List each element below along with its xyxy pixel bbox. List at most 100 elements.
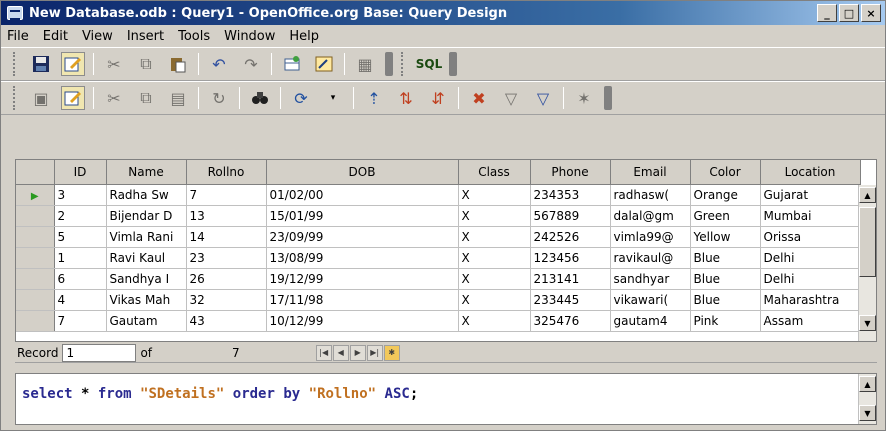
cell-location[interactable]: Delhi [760,247,861,269]
row-header[interactable] [16,205,55,227]
cut-record-icon[interactable]: ✂ [102,86,126,110]
cell-location[interactable]: Assam [760,310,861,332]
cell-id[interactable]: 3 [54,184,107,206]
cell-location[interactable]: Mumbai [760,205,861,227]
cell-phone[interactable]: 242526 [530,226,611,248]
cell-color[interactable]: Green [690,205,761,227]
cell-email[interactable]: dalal@gm [610,205,691,227]
row-header[interactable] [16,310,55,332]
cell-phone[interactable]: 234353 [530,184,611,206]
column-header-class[interactable]: Class [458,160,531,185]
cell-color[interactable]: Blue [690,268,761,290]
toolbar-dropdown[interactable] [385,52,393,76]
cell-class[interactable]: X [458,247,531,269]
cell-id[interactable]: 4 [54,289,107,311]
first-record-icon[interactable]: |◀ [315,344,332,361]
dropdown-arrow-icon[interactable]: ▾ [321,86,345,110]
cell-rollno[interactable]: 32 [186,289,267,311]
cell-dob[interactable]: 23/09/99 [266,226,459,248]
add-tables-icon[interactable] [280,52,304,76]
cell-phone[interactable]: 213141 [530,268,611,290]
cell-id[interactable]: 7 [54,310,107,332]
cell-phone[interactable]: 567889 [530,205,611,227]
cell-name[interactable]: Radha Sw [106,184,187,206]
cell-rollno[interactable]: 43 [186,310,267,332]
cell-class[interactable]: X [458,310,531,332]
cell-class[interactable]: X [458,226,531,248]
table-row[interactable]: 4 Vikas Mah 32 17/11/98 X 233445 vikawar… [16,289,861,311]
save-record-icon[interactable]: ▣ [29,86,53,110]
cell-id[interactable]: 2 [54,205,107,227]
cell-name[interactable]: Vikas Mah [106,289,187,311]
edit-mode-icon[interactable] [61,52,85,76]
toolbar-grip[interactable] [13,52,17,76]
table-row[interactable]: 5 Vimla Rani 14 23/09/99 X 242526 vimla9… [16,226,861,248]
cell-class[interactable]: X [458,184,531,206]
scroll-thumb[interactable] [859,207,876,277]
cell-rollno[interactable]: 14 [186,226,267,248]
run-query-icon[interactable]: ▦ [353,52,377,76]
cell-phone[interactable]: 325476 [530,310,611,332]
cell-dob[interactable]: 17/11/98 [266,289,459,311]
menu-view[interactable]: View [82,29,113,44]
sql-scroll-down-icon[interactable]: ▼ [859,405,876,421]
cell-location[interactable]: Orissa [760,226,861,248]
refresh-icon[interactable]: ↻ [207,86,231,110]
cell-rollno[interactable]: 26 [186,268,267,290]
cell-name[interactable]: Bijendar D [106,205,187,227]
menu-help[interactable]: Help [289,29,319,44]
cell-rollno[interactable]: 13 [186,205,267,227]
cell-location[interactable]: Maharashtra [760,289,861,311]
table-row[interactable]: 6 Sandhya I 26 19/12/99 X 213141 sandhya… [16,268,861,290]
cell-phone[interactable]: 123456 [530,247,611,269]
new-record-icon[interactable]: ✱ [383,344,400,361]
column-header-name[interactable]: Name [106,160,187,185]
scroll-down-icon[interactable]: ▼ [859,315,876,331]
cell-dob[interactable]: 10/12/99 [266,310,459,332]
cell-class[interactable]: X [458,289,531,311]
column-header-rollno[interactable]: Rollno [186,160,267,185]
row-header[interactable] [16,226,55,248]
cell-name[interactable]: Vimla Rani [106,226,187,248]
column-header-dob[interactable]: DOB [266,160,459,185]
cell-email[interactable]: gautam4 [610,310,691,332]
cell-dob[interactable]: 01/02/00 [266,184,459,206]
chart-icon[interactable]: ⟳ [289,86,313,110]
cell-name[interactable]: Gautam [106,310,187,332]
grid-vertical-scrollbar[interactable]: ▲ ▼ [858,185,876,341]
toolbar-dropdown-3[interactable] [604,86,612,110]
cell-dob[interactable]: 15/01/99 [266,205,459,227]
cell-rollno[interactable]: 23 [186,247,267,269]
column-header-email[interactable]: Email [610,160,691,185]
sql-vertical-scrollbar[interactable]: ▲ ▼ [858,374,876,424]
find-record-icon[interactable] [248,86,272,110]
cell-id[interactable]: 5 [54,226,107,248]
cell-email[interactable]: sandhyar [610,268,691,290]
design-view-icon[interactable] [312,52,336,76]
scroll-up-icon[interactable]: ▲ [859,187,876,203]
cell-color[interactable]: Orange [690,184,761,206]
cell-name[interactable]: Ravi Kaul [106,247,187,269]
cell-color[interactable]: Blue [690,289,761,311]
column-header-id[interactable]: ID [54,160,107,185]
cut-icon[interactable]: ✂ [102,52,126,76]
autofilter-icon[interactable]: ✖ [467,86,491,110]
menu-file[interactable]: File [7,29,29,44]
cell-class[interactable]: X [458,205,531,227]
last-record-icon[interactable]: ▶| [366,344,383,361]
sort-az-icon[interactable]: ⇅ [394,86,418,110]
toolbar-dropdown-2[interactable] [449,52,457,76]
cell-location[interactable]: Gujarat [760,184,861,206]
cell-dob[interactable]: 13/08/99 [266,247,459,269]
column-header-location[interactable]: Location [760,160,861,185]
cell-color[interactable]: Yellow [690,226,761,248]
table-row[interactable]: 7 Gautam 43 10/12/99 X 325476 gautam4 Pi… [16,310,861,332]
sql-scroll-up-icon[interactable]: ▲ [859,376,876,392]
maximize-button[interactable]: □ [839,4,859,22]
edit-data-icon[interactable] [61,86,85,110]
cell-dob[interactable]: 19/12/99 [266,268,459,290]
table-row[interactable]: 1 Ravi Kaul 23 13/08/99 X 123456 ravikau… [16,247,861,269]
cell-rollno[interactable]: 7 [186,184,267,206]
row-header[interactable] [16,247,55,269]
cell-color[interactable]: Blue [690,247,761,269]
